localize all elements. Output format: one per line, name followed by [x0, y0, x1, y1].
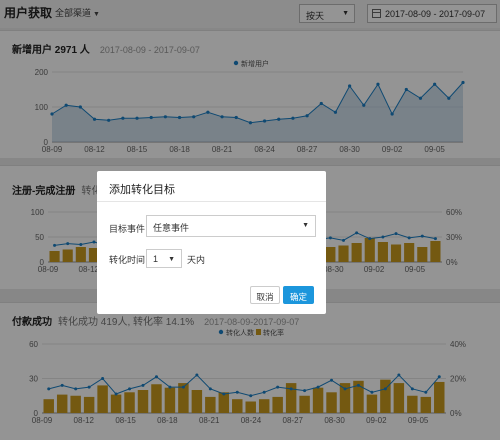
time-label: 转化时间 — [109, 255, 146, 265]
dialog-title: 添加转化目标 — [109, 184, 175, 196]
time-select[interactable]: 1 ▼ — [146, 249, 182, 268]
event-label: 目标事件 — [109, 224, 146, 234]
event-value: 任意事件 — [153, 223, 190, 233]
caret-down-icon: ▼ — [168, 256, 175, 263]
confirm-button[interactable]: 确定 — [283, 286, 314, 304]
event-select[interactable]: 任意事件 ▼ — [146, 215, 316, 237]
dialog-divider — [97, 201, 326, 202]
caret-down-icon: ▼ — [302, 222, 309, 229]
time-value: 1 — [153, 254, 159, 264]
cancel-button[interactable]: 取消 — [250, 286, 280, 304]
time-unit: 天内 — [187, 255, 206, 265]
add-goal-dialog: 添加转化目标 目标事件 任意事件 ▼ 转化时间 1 ▼ 天内 取消 确定 — [97, 171, 326, 314]
